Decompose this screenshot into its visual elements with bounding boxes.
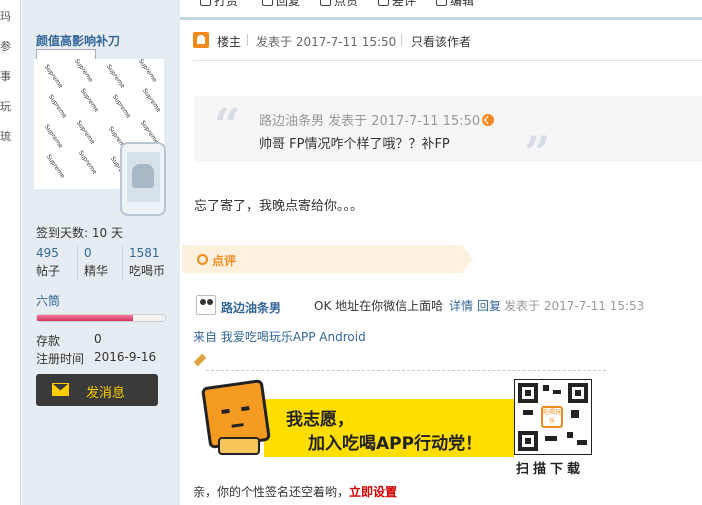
- reply-button[interactable]: 回复: [262, 0, 300, 9]
- qr-code-icon: 吃喝玩乐: [514, 379, 592, 455]
- avatar-pattern-text: Supreme: [76, 149, 99, 176]
- tip-button[interactable]: 打赏: [200, 0, 238, 9]
- rating-label: 点评: [212, 254, 237, 268]
- left-nav-item[interactable]: 琉: [0, 128, 14, 144]
- edit-icon: [436, 0, 447, 6]
- rank-progress-fill: [37, 315, 133, 321]
- header-divider: [247, 34, 248, 46]
- left-nav-strip: 玛 参 事 玩 琉: [0, 0, 21, 505]
- deposit-label: 存款: [36, 334, 61, 348]
- stat-digest[interactable]: 0 精华: [84, 244, 108, 282]
- online-status-box: [36, 49, 96, 59]
- quote-block: “ ” 路边油条男 发表于 2017-7-11 15:50 帅哥 FP情况咋个样…: [194, 96, 702, 176]
- comment-detail-link[interactable]: 详情: [449, 297, 473, 314]
- post-time: 发表于 2017-7-11 15:50: [256, 35, 397, 49]
- quote-author: 路边油条男 发表于 2017-7-11 15:50: [259, 110, 495, 129]
- avatar-pattern-text: Supreme: [42, 123, 65, 150]
- left-nav-item[interactable]: 玩: [0, 98, 14, 114]
- comment-username[interactable]: 路边油条男: [221, 299, 281, 316]
- floor-label: 楼主: [217, 35, 242, 49]
- comment-reply-link[interactable]: 回复: [477, 297, 501, 314]
- rating-circle-icon: [197, 254, 208, 265]
- app-promo-banner[interactable]: 我志愿， 加入吃喝APP行动党！ 吃喝玩乐 扫描下载: [200, 378, 595, 477]
- avatar-pattern-text: Supreme: [78, 87, 101, 114]
- author-only-link[interactable]: 只看该作者: [411, 33, 471, 50]
- user-rank[interactable]: 六筒: [36, 292, 60, 309]
- register-time-value: 2016-9-16: [94, 350, 157, 364]
- register-time-label: 注册时间: [36, 352, 85, 366]
- post-body-text: 忘了寄了，我晚点寄给你。。。: [194, 199, 364, 214]
- android-phone-icon: [120, 142, 166, 216]
- avatar-pattern-text: Supreme: [42, 63, 65, 90]
- left-nav-item[interactable]: 参: [0, 38, 14, 54]
- avatar-pattern-text: Supreme: [46, 93, 69, 120]
- signature-prompt: 亲，你的个性签名还空着哟，立即设置: [193, 485, 398, 499]
- avatar-pattern-text: Supreme: [72, 59, 95, 84]
- deposit-value: 0: [94, 332, 102, 346]
- avatar-pattern-text: Supreme: [136, 59, 159, 84]
- like-button[interactable]: 点赞: [320, 0, 358, 9]
- stat-divider: [77, 246, 78, 280]
- rank-progress-bar: [36, 314, 166, 322]
- left-nav-item[interactable]: 玛: [0, 8, 14, 24]
- envelope-icon: [52, 383, 69, 396]
- left-nav-item[interactable]: 事: [0, 68, 14, 84]
- rating-section-header: 点评: [182, 245, 472, 273]
- close-quote-icon: ”: [524, 126, 551, 180]
- jump-to-post-icon[interactable]: [482, 114, 495, 126]
- banner-text-line1: 我志愿，: [286, 410, 354, 430]
- mascot-scroll-icon: [218, 437, 260, 455]
- thumbs-down-icon: [378, 0, 389, 6]
- header-divider: [401, 34, 402, 46]
- user-profile-panel: 颜值高影响补刀 Supreme Supreme Supreme Supreme …: [22, 0, 180, 505]
- send-message-button[interactable]: 发消息: [36, 374, 158, 406]
- username-link[interactable]: 颜值高影响补刀: [36, 32, 120, 49]
- comment-icon: [262, 0, 273, 6]
- avatar-pattern-text: Supreme: [110, 93, 133, 120]
- panda-avatar-icon[interactable]: [196, 295, 216, 315]
- signature-divider: [206, 370, 606, 371]
- comment-text: OK 地址在你微信上面哈: [314, 299, 444, 313]
- post-header: 楼主 发表于 2017-7-11 15:50 只看该作者: [193, 32, 693, 50]
- avatar-pattern-text: Supreme: [104, 63, 127, 90]
- avatar-pattern-text: Supreme: [74, 119, 97, 146]
- stat-posts[interactable]: 495 帖子: [36, 244, 60, 282]
- thumbs-up-icon: [320, 0, 331, 6]
- stat-divider: [122, 246, 123, 280]
- app-logo-icon: 吃喝玩乐: [541, 406, 563, 428]
- stat-coins[interactable]: 1581 吃喝币: [129, 244, 165, 282]
- quote-text: 帅哥 FP情况咋个样了哦？？补FP: [259, 137, 450, 152]
- header-divider-line: [193, 60, 702, 61]
- signin-days: 签到天数: 10 天: [36, 226, 123, 240]
- comment-time: 发表于 2017-7-11 15:53: [504, 299, 645, 313]
- set-signature-link[interactable]: 立即设置: [349, 485, 397, 499]
- gift-icon: [200, 0, 211, 6]
- user-stats: 495 帖子 0 精华 1581 吃喝币: [34, 244, 166, 282]
- open-quote-icon: “: [214, 98, 241, 152]
- host-icon: [193, 32, 209, 48]
- dislike-button[interactable]: 差评: [378, 0, 416, 9]
- comment-row: 路边油条男 OK 地址在你微信上面哈 详情 回复 发表于 2017-7-11 1…: [196, 295, 702, 317]
- pencil-icon: [193, 353, 207, 367]
- from-app-link[interactable]: 来自 我爱吃喝玩乐APP Android: [193, 328, 366, 345]
- edit-button[interactable]: 编辑: [436, 0, 474, 9]
- banner-text-line2: 加入吃喝APP行动党！: [308, 434, 483, 454]
- avatar-pattern-text: Supreme: [140, 87, 163, 114]
- scan-download-label: 扫描下载: [516, 462, 585, 477]
- android-robot-icon: [132, 164, 154, 188]
- avatar-pattern-text: Supreme: [44, 153, 67, 180]
